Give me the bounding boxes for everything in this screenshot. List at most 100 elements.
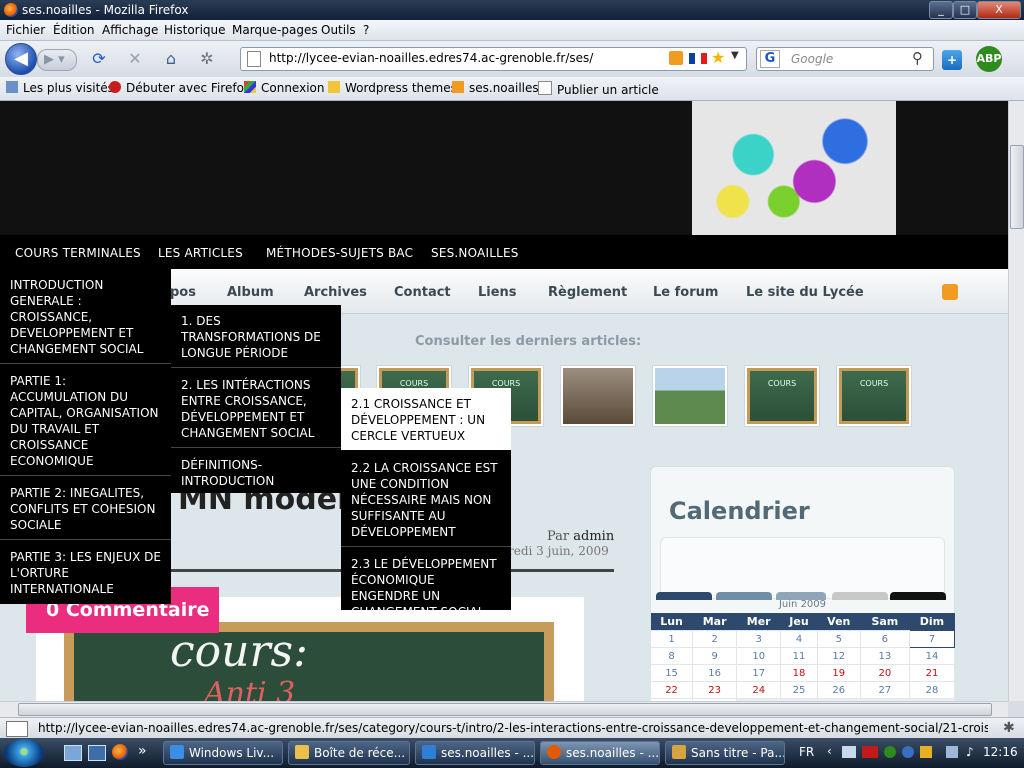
tray-network-icon[interactable] [842, 746, 856, 758]
tray-app-icon[interactable] [884, 746, 896, 758]
vertical-scroll-thumb[interactable] [1010, 145, 1024, 229]
bookmark-star-icon[interactable]: ★ [711, 48, 725, 67]
menu-item-introduction[interactable]: INTRODUCTION GENERALE : CROISSANCE, DEVE… [0, 277, 171, 357]
close-button[interactable]: X [977, 1, 1021, 19]
back-button[interactable]: ◀ [5, 43, 37, 75]
calendar-day[interactable]: 8 [649, 647, 694, 665]
post-author-link[interactable]: admin [573, 529, 614, 544]
tray-ati-icon[interactable] [862, 746, 878, 758]
tray-app-icon[interactable] [902, 746, 914, 758]
subnav-contact[interactable]: Contact [394, 285, 451, 300]
menu-affichage[interactable]: Affichage [102, 23, 158, 37]
bookmark-ses-noailles[interactable]: ses.noailles [452, 81, 539, 95]
tray-expand-icon[interactable]: ‹ [827, 744, 832, 758]
menu-item-definitions[interactable]: DÉFINITIONS-INTRODUCTION [171, 457, 341, 489]
menu-edition[interactable]: Édition [53, 23, 95, 37]
rss-feed-icon[interactable] [669, 51, 683, 65]
url-dropdown-icon[interactable]: ▼ [731, 50, 739, 61]
menu-item-2-1[interactable]: 2.1 CROISSANCE ET DÉVELOPPEMENT : UN CER… [341, 388, 511, 450]
minimize-button[interactable]: _ [929, 1, 953, 19]
stop-icon[interactable]: ✕ [126, 50, 144, 68]
taskbar-mail[interactable]: Boîte de réce... [288, 741, 410, 765]
tray-volume-icon[interactable]: ♪ [966, 745, 974, 759]
article-thumbnail[interactable]: COURS [744, 365, 820, 427]
subnav-a-propos[interactable]: pos [170, 285, 196, 300]
calendar-day[interactable]: 19 [816, 664, 861, 682]
firefox-quicklaunch-icon[interactable] [112, 744, 128, 760]
calendar-day[interactable]: 10 [736, 647, 782, 665]
subnav-album[interactable]: Album [227, 285, 274, 300]
calendar-day[interactable]: 5 [816, 630, 861, 648]
taskbar-paint[interactable]: Sans titre - Pa... [665, 741, 785, 765]
calendar-day[interactable]: 24 [736, 681, 782, 699]
home-icon[interactable]: ⌂ [162, 50, 180, 68]
language-indicator[interactable]: FR [799, 745, 814, 759]
taskbar-firefox-sesnoailles[interactable]: ses.noailles - ... [540, 741, 660, 765]
subnav-forum[interactable]: Le forum [653, 285, 718, 300]
subnav-site-lycee[interactable]: Le site du Lycée [746, 285, 864, 300]
menu-fichier[interactable]: Fichier [6, 23, 45, 37]
nav-ses-noailles[interactable]: SES.NOAILLES [431, 246, 519, 260]
french-flag-icon[interactable] [689, 53, 707, 64]
calendar-day[interactable]: 11 [780, 647, 818, 665]
url-bar[interactable]: http://lycee-evian-noailles.edres74.ac-g… [240, 47, 747, 71]
tray-warning-icon[interactable] [920, 746, 932, 758]
menu-item-partie-3[interactable]: PARTIE 3: LES ENJEUX DE L'ORTURE INTERNA… [0, 549, 171, 597]
calendar-day[interactable]: 9 [692, 647, 738, 665]
calendar-day[interactable]: 3 [736, 630, 782, 648]
horizontal-scroll-thumb[interactable] [18, 703, 992, 716]
search-icon[interactable]: ⚲ [912, 49, 923, 67]
calendar-day[interactable]: 1 [649, 630, 694, 648]
quicklaunch-more-icon[interactable]: » [138, 743, 147, 759]
nav-les-articles[interactable]: LES ARTICLES [158, 246, 243, 260]
subnav-reglement[interactable]: Règlement [548, 285, 627, 300]
menu-item-partie-2[interactable]: PARTIE 2: INEGALITES, CONFLITS ET COHESI… [0, 485, 171, 533]
tray-monitor-icon[interactable] [946, 746, 958, 758]
reload-icon[interactable]: ⟳ [90, 50, 108, 68]
adblock-plus-button[interactable]: ABP [976, 46, 1002, 72]
tray-clock[interactable]: 12:16 [983, 745, 1018, 759]
menu-item-interactions[interactable]: 2. LES INTÉRACTIONS ENTRE CROISSANCE, DÉ… [171, 377, 341, 441]
forward-button[interactable]: ▶ ▾ [37, 49, 77, 71]
menu-marque-pages[interactable]: Marque-pages [232, 23, 318, 37]
calendar-day[interactable]: 4 [780, 630, 818, 648]
menu-item-partie-1[interactable]: PARTIE 1: ACCUMULATION DU CAPITAL, ORGAN… [0, 373, 171, 469]
calendar-day[interactable]: 15 [649, 664, 694, 682]
calendar-day[interactable]: 17 [736, 664, 782, 682]
rss-feed-icon[interactable] [942, 284, 958, 300]
calendar-day[interactable]: 13 [859, 647, 910, 665]
article-thumbnail[interactable] [652, 365, 728, 427]
menu-item-transformations[interactable]: 1. DES TRANSFORMATIONS DE LONGUE PÉRIODE [171, 313, 341, 361]
bookmark-publier-article[interactable]: Publier un article [538, 81, 659, 97]
menu-outils[interactable]: Outils [321, 23, 356, 37]
bookmark-getting-started[interactable]: Débuter avec Firefox [109, 81, 251, 95]
calendar-day[interactable]: 18 [780, 664, 818, 682]
article-thumbnail[interactable] [560, 365, 636, 427]
search-box[interactable]: G Google ⚲ [756, 47, 934, 71]
menu-item-2-3[interactable]: 2.3 LE DÉVELOPPEMENT ÉCONOMIQUE ENGENDRE… [341, 556, 511, 620]
calendar-day[interactable]: 25 [780, 681, 818, 699]
menu-historique[interactable]: Historique [164, 23, 226, 37]
calendar-day[interactable]: 21 [908, 664, 956, 682]
taskbar-windows-live[interactable]: Windows Liv... [163, 741, 283, 765]
calendar-day[interactable]: 2 [692, 630, 738, 648]
search-placeholder[interactable]: Google [791, 52, 833, 66]
calendar-day[interactable]: 20 [859, 664, 910, 682]
subnav-archives[interactable]: Archives [304, 285, 367, 300]
calendar-day[interactable]: 14 [908, 647, 956, 665]
bookmark-connexion[interactable]: Connexion [244, 81, 325, 95]
menu-help[interactable]: ? [363, 23, 369, 37]
bookmark-most-visited[interactable]: Les plus visités [6, 81, 114, 95]
calendar-day[interactable]: 12 [816, 647, 861, 665]
switch-windows-icon[interactable] [88, 745, 106, 761]
add-bookmark-icon[interactable]: + [942, 50, 962, 70]
addon-puzzle-icon[interactable]: ✲ [198, 50, 216, 68]
calendar-day[interactable]: 7 [908, 630, 956, 648]
calendar-day[interactable]: 26 [816, 681, 861, 699]
subnav-liens[interactable]: Liens [478, 285, 517, 300]
url-text[interactable]: http://lycee-evian-noailles.edres74.ac-g… [269, 51, 593, 65]
calendar-day[interactable]: 6 [859, 630, 910, 648]
maximize-button[interactable]: □ [953, 1, 977, 19]
bookmark-wordpress-themes[interactable]: Wordpress themes [328, 81, 457, 95]
menu-item-2-2[interactable]: 2.2 LA CROISSANCE EST UNE CONDITION NÉCE… [341, 460, 511, 540]
